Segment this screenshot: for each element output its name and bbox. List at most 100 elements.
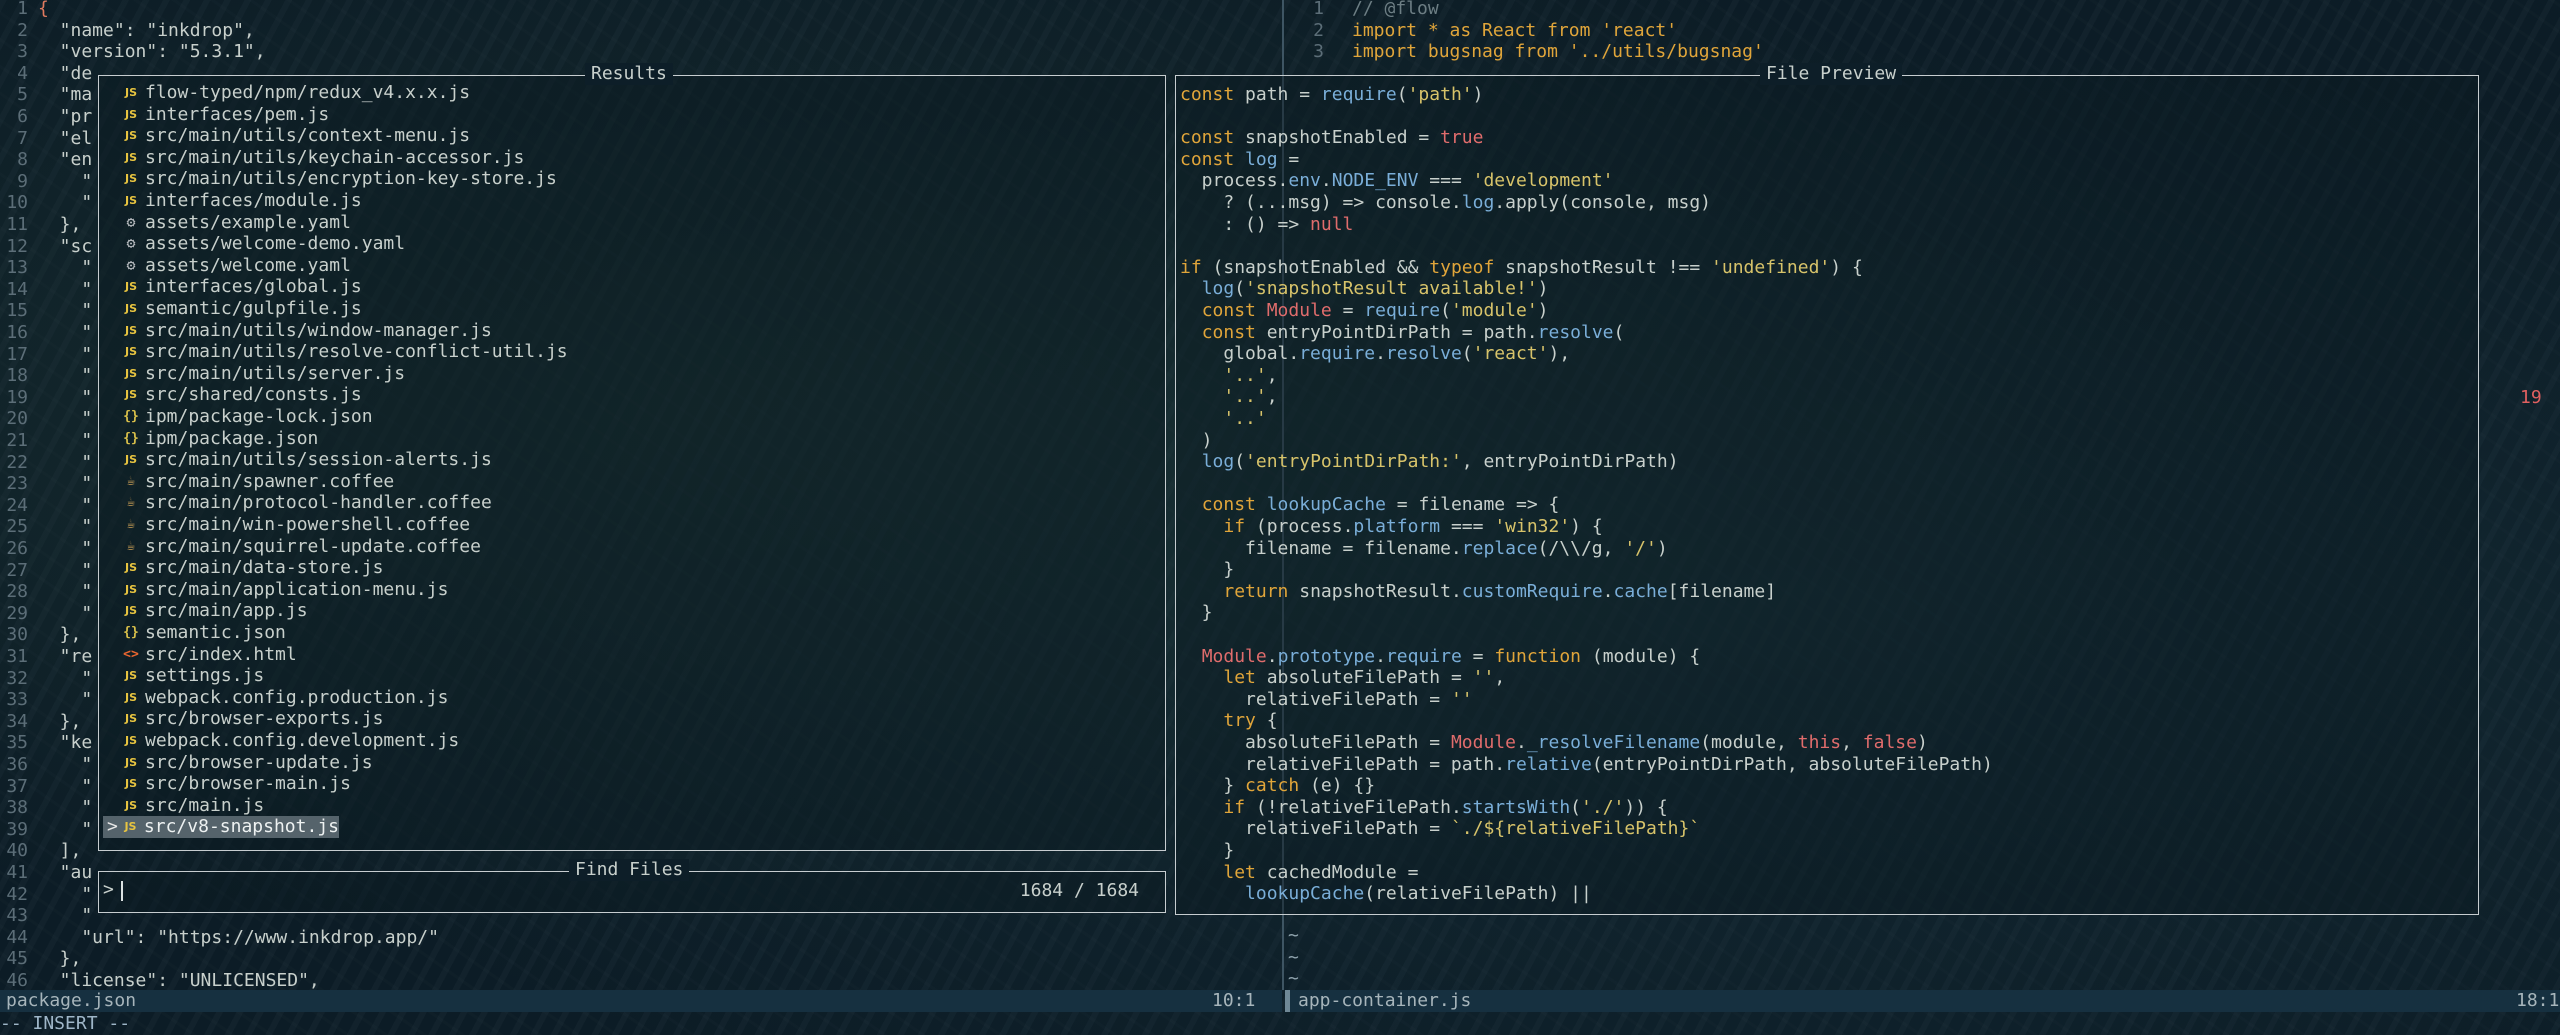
code-line[interactable]: "en	[38, 149, 93, 171]
result-item[interactable]: JS src/main/utils/keychain-accessor.js	[103, 147, 524, 169]
code-line[interactable]: "	[38, 516, 92, 538]
result-item[interactable]: ⚙ assets/example.yaml	[103, 212, 350, 234]
result-item[interactable]: JS src/main/utils/resolve-conflict-util.j…	[103, 341, 568, 363]
code-line[interactable]: "	[38, 538, 92, 560]
result-item[interactable]: JS src/main/utils/window-manager.js	[103, 320, 492, 342]
result-item[interactable]: JS webpack.config.development.js	[103, 730, 459, 752]
code-line[interactable]: "	[38, 776, 92, 798]
result-item[interactable]: JS src/main/utils/encryption-key-store.js	[103, 168, 557, 190]
js-file-icon: JS	[124, 561, 137, 575]
code-line[interactable]: "	[38, 300, 92, 322]
result-item[interactable]: JS flow-typed/npm/redux_v4.x.x.js	[103, 82, 470, 104]
result-item[interactable]: ☕ src/main/win-powershell.coffee	[103, 514, 470, 536]
result-item[interactable]: JS src/main/application-menu.js	[103, 579, 448, 601]
result-item[interactable]: JS src/browser-update.js	[103, 752, 373, 774]
code-line[interactable]: },	[38, 624, 82, 646]
code-line[interactable]: },	[38, 214, 82, 236]
result-item[interactable]: JS src/shared/consts.js	[103, 384, 362, 406]
result-label: src/main/protocol-handler.coffee	[145, 492, 492, 514]
code-line[interactable]: {	[38, 0, 49, 20]
code-line[interactable]: "	[38, 171, 92, 193]
code-line[interactable]: "	[38, 452, 92, 474]
code-line[interactable]: import bugsnag from '../utils/bugsnag'	[1352, 41, 1764, 63]
code-line[interactable]: // @flow	[1352, 0, 1439, 20]
code-line[interactable]: "ke	[38, 732, 93, 754]
line-number: 19	[6, 386, 28, 408]
find-input-cursor[interactable]	[121, 881, 123, 901]
result-item[interactable]: JS interfaces/module.js	[103, 190, 362, 212]
result-item[interactable]: ☕ src/main/protocol-handler.coffee	[103, 492, 492, 514]
code-line[interactable]: "	[38, 192, 92, 214]
code-line[interactable]: "version": "5.3.1",	[38, 41, 266, 63]
code-line[interactable]: "	[38, 689, 92, 711]
result-item[interactable]: > JS src/v8-snapshot.js	[103, 816, 339, 838]
result-item[interactable]: <> src/index.html	[103, 644, 297, 666]
result-item[interactable]: JS webpack.config.production.js	[103, 687, 448, 709]
result-item[interactable]: JS src/main/utils/context-menu.js	[103, 125, 470, 147]
result-item[interactable]: ⚙ assets/welcome.yaml	[103, 255, 350, 277]
result-item[interactable]: JS src/browser-main.js	[103, 773, 351, 795]
code-line[interactable]: "license": "UNLICENSED",	[38, 970, 320, 992]
code-line[interactable]: "pr	[38, 106, 93, 128]
code-line[interactable]: },	[38, 948, 82, 970]
code-line[interactable]: "	[38, 473, 92, 495]
code-line[interactable]: "name": "inkdrop",	[38, 20, 255, 42]
result-item[interactable]: {} ipm/package-lock.json	[103, 406, 372, 428]
code-line[interactable]: "ma	[38, 84, 93, 106]
code-line[interactable]: "	[38, 257, 92, 279]
code-line[interactable]: import * as React from 'react'	[1352, 20, 1677, 42]
code-line[interactable]: "	[38, 495, 92, 517]
html-file-icon: <>	[123, 646, 139, 662]
preview-line: relativeFilePath = `./${relativeFilePath…	[1180, 818, 1701, 840]
result-item[interactable]: ⚙ assets/welcome-demo.yaml	[103, 233, 405, 255]
result-item[interactable]: ☕ src/main/spawner.coffee	[103, 471, 394, 493]
result-item[interactable]: JS src/main/utils/server.js	[103, 363, 405, 385]
result-item[interactable]: ☕ src/main/squirrel-update.coffee	[103, 536, 481, 558]
code-line[interactable]: "	[38, 797, 92, 819]
preview-line: global.require.resolve('react'),	[1180, 343, 1571, 365]
code-line[interactable]: "	[38, 560, 92, 582]
result-item[interactable]: JS settings.js	[103, 665, 264, 687]
result-item[interactable]: JS src/main/data-store.js	[103, 557, 383, 579]
result-item[interactable]: JS src/main/utils/session-alerts.js	[103, 449, 492, 471]
line-number: 46	[6, 970, 28, 991]
code-line[interactable]: "	[38, 819, 92, 841]
result-label: webpack.config.production.js	[145, 686, 449, 708]
find-files-window[interactable]: Find Files > 1684 / 1684	[98, 859, 1166, 913]
code-line[interactable]: },	[38, 711, 82, 733]
right-status-position: 18:1	[2516, 990, 2560, 1011]
result-item[interactable]: JS src/browser-exports.js	[103, 708, 383, 730]
result-item[interactable]: {} ipm/package.json	[103, 428, 318, 450]
code-line[interactable]: "re	[38, 646, 93, 668]
code-line[interactable]: ],	[38, 840, 82, 862]
result-item[interactable]: JS src/main/app.js	[103, 600, 308, 622]
result-item[interactable]: JS semantic/gulpfile.js	[103, 298, 362, 320]
result-item[interactable]: {} semantic.json	[103, 622, 286, 644]
code-line[interactable]: "	[38, 344, 92, 366]
results-window[interactable]: Results JS flow-typed/npm/redux_v4.x.x.js…	[98, 63, 1166, 851]
code-line[interactable]: "	[38, 322, 92, 344]
result-label: src/browser-exports.js	[145, 708, 384, 730]
code-line[interactable]: "	[38, 365, 92, 387]
code-line[interactable]: "au	[38, 862, 93, 884]
code-line[interactable]: "	[38, 430, 92, 452]
result-item[interactable]: JS src/main.js	[103, 795, 264, 817]
code-line[interactable]: "	[38, 668, 92, 690]
code-line[interactable]: "	[38, 884, 92, 906]
code-line[interactable]: "url": "https://www.inkdrop.app/"	[38, 927, 439, 949]
result-item[interactable]: JS interfaces/global.js	[103, 276, 362, 298]
code-line[interactable]: "	[38, 905, 92, 927]
line-number: 3	[1313, 41, 1324, 63]
code-line[interactable]: "	[38, 387, 92, 409]
code-line[interactable]: "el	[38, 128, 93, 150]
code-line[interactable]: "	[38, 279, 92, 301]
result-item[interactable]: JS interfaces/pem.js	[103, 104, 329, 126]
code-line[interactable]: "	[38, 581, 92, 603]
code-line[interactable]: "	[38, 754, 92, 776]
code-line[interactable]: "	[38, 408, 92, 430]
line-number: 37	[6, 775, 28, 797]
preview-line: )	[1180, 429, 1213, 451]
code-line[interactable]: "de	[38, 63, 93, 85]
code-line[interactable]: "	[38, 603, 92, 625]
code-line[interactable]: "sc	[38, 236, 93, 258]
